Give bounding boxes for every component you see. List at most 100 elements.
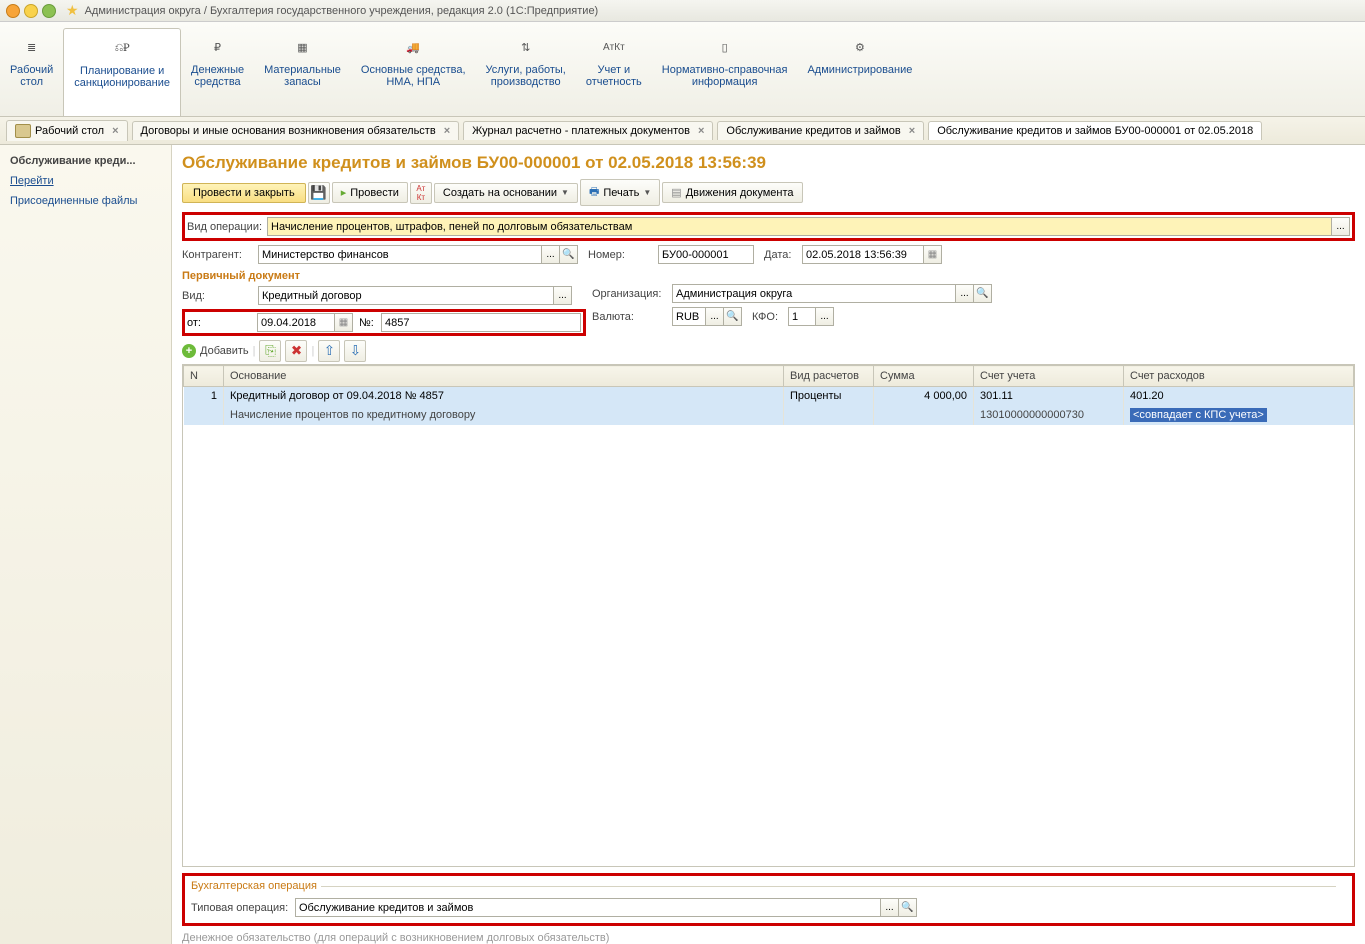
print-icon: 🖶 <box>589 183 599 202</box>
select-button[interactable]: ... <box>1332 217 1350 236</box>
col-n[interactable]: N <box>184 366 224 387</box>
ribbon-money[interactable]: ₽ Денежные средства <box>181 28 254 116</box>
titlebar: ★ Администрация округа / Бухгалтерия гос… <box>0 0 1365 22</box>
save-button[interactable]: 💾 <box>308 182 330 204</box>
post-button[interactable]: ▸Провести <box>332 182 408 203</box>
kind-label: Вид: <box>182 290 258 302</box>
close-icon[interactable]: × <box>909 125 915 137</box>
table-row[interactable]: Начисление процентов по кредитному догов… <box>184 405 1354 425</box>
tab-contracts[interactable]: Договоры и иные основания возникновения … <box>132 121 460 140</box>
op-type-highlight: Вид операции: Начисление процентов, штра… <box>182 212 1355 241</box>
sidebar: Обслуживание креди... Перейти Присоедине… <box>0 145 172 944</box>
dtkt-icon: АᴛКᴛ <box>416 184 425 202</box>
grid[interactable]: N Основание Вид расчетов Сумма Счет учет… <box>182 364 1355 867</box>
kfo-input[interactable]: 1 <box>788 307 816 326</box>
op-type-input[interactable]: Начисление процентов, штрафов, пеней по … <box>267 217 1332 236</box>
from-label: от: <box>187 317 257 329</box>
sidebar-attachments[interactable]: Присоединенные файлы <box>0 191 171 211</box>
op-type-label: Вид операции: <box>187 221 267 233</box>
org-input[interactable]: Администрация округа <box>672 284 956 303</box>
tab-loan-doc[interactable]: Обслуживание кредитов и займов БУ00-0000… <box>928 121 1262 140</box>
sidebar-header: Обслуживание креди... <box>0 151 171 171</box>
search-button[interactable]: 🔍 <box>899 898 917 917</box>
number-input[interactable]: БУ00-000001 <box>658 245 754 264</box>
page-title: Обслуживание кредитов и займов БУ00-0000… <box>182 153 1355 173</box>
contractor-input[interactable]: Министерство финансов <box>258 245 542 264</box>
dtkt-button[interactable]: АᴛКᴛ <box>410 182 432 204</box>
plus-icon: + <box>182 344 196 358</box>
document-tabs: Рабочий стол × Договоры и иные основания… <box>0 117 1365 145</box>
post-icon: ▸ <box>341 186 347 199</box>
col-calc-type[interactable]: Вид расчетов <box>784 366 874 387</box>
select-button[interactable]: ... <box>542 245 560 264</box>
select-button[interactable]: ... <box>554 286 572 305</box>
from-date-input[interactable]: 09.04.2018 <box>257 313 335 332</box>
accounting-op-highlight: Бухгалтерская операция Типовая операция:… <box>182 873 1355 926</box>
save-icon: 💾 <box>310 185 327 201</box>
col-exp-acct[interactable]: Счет расходов <box>1124 366 1354 387</box>
ribbon-assets[interactable]: 🚚 Основные средства, НМА, НПА <box>351 28 476 116</box>
ribbon-planning[interactable]: ⎌₽ Планирование и санкционирование <box>63 28 181 116</box>
window-btn-2[interactable] <box>24 4 38 18</box>
menu-icon: ≣ <box>10 34 53 60</box>
select-button[interactable]: ... <box>881 898 899 917</box>
kfo-label: КФО: <box>752 311 788 323</box>
col-acct[interactable]: Счет учета <box>974 366 1124 387</box>
post-and-close-button[interactable]: Провести и закрыть <box>182 183 306 203</box>
ribbon-services[interactable]: ⇅ Услуги, работы, производство <box>476 28 576 116</box>
ribbon-accounting[interactable]: АᴛКᴛ Учет и отчетность <box>576 28 652 116</box>
copy-row-button[interactable]: ⎘ <box>259 340 281 362</box>
select-button[interactable]: ... <box>956 284 974 303</box>
print-button[interactable]: 🖶Печать▼ <box>580 179 660 206</box>
tab-loans-list[interactable]: Обслуживание кредитов и займов × <box>717 121 924 140</box>
currency-input[interactable]: RUB <box>672 307 706 326</box>
select-button[interactable]: ... <box>816 307 834 326</box>
select-button[interactable]: ... <box>706 307 724 326</box>
movements-button[interactable]: ▤Движения документа <box>662 182 802 203</box>
contractor-label: Контрагент: <box>182 249 258 261</box>
col-basis[interactable]: Основание <box>224 366 784 387</box>
copy-icon: ⎘ <box>265 343 276 359</box>
move-up-button[interactable]: ⇧ <box>318 340 340 362</box>
star-icon[interactable]: ★ <box>66 2 79 19</box>
typical-op-input[interactable]: Обслуживание кредитов и займов <box>295 898 881 917</box>
ribbon-admin[interactable]: ⚙ Администрирование <box>797 28 922 116</box>
ribbon-reference[interactable]: ▯ Нормативно-справочная информация <box>652 28 798 116</box>
arrow-up-icon: ⇧ <box>324 343 335 359</box>
table-row[interactable]: 1 Кредитный договор от 09.04.2018 № 4857… <box>184 387 1354 406</box>
create-on-basis-button[interactable]: Создать на основании▼ <box>434 183 578 203</box>
calendar-icon: ▦ <box>339 317 348 328</box>
date-input[interactable]: 02.05.2018 13:56:39 <box>802 245 924 264</box>
tab-desktop[interactable]: Рабочий стол × <box>6 120 128 141</box>
delete-row-button[interactable]: ✖ <box>285 340 307 362</box>
window-btn-1[interactable] <box>6 4 20 18</box>
ribbon-materials[interactable]: ▦ Материальные запасы <box>254 28 351 116</box>
search-button[interactable]: 🔍 <box>974 284 992 303</box>
search-button[interactable]: 🔍 <box>724 307 742 326</box>
ribbon-desktop[interactable]: ≣ Рабочий стол <box>0 28 63 116</box>
add-row-button[interactable]: + Добавить <box>182 344 249 358</box>
calendar-button[interactable]: ▦ <box>335 313 353 332</box>
search-icon: 🔍 <box>726 311 738 322</box>
typical-op-label: Типовая операция: <box>191 902 295 914</box>
close-icon[interactable]: × <box>698 125 704 137</box>
delete-icon: ✖ <box>291 343 302 359</box>
col-sum[interactable]: Сумма <box>874 366 974 387</box>
move-down-button[interactable]: ⇩ <box>344 340 366 362</box>
chevron-down-icon: ▼ <box>561 188 569 197</box>
sidebar-goto[interactable]: Перейти <box>0 171 171 191</box>
desktop-icon <box>15 124 31 138</box>
kind-input[interactable]: Кредитный договор <box>258 286 554 305</box>
calendar-button[interactable]: ▦ <box>924 245 942 264</box>
search-button[interactable]: 🔍 <box>560 245 578 264</box>
n-input[interactable]: 4857 <box>381 313 581 332</box>
close-icon[interactable]: × <box>112 125 118 137</box>
tab-journal[interactable]: Журнал расчетно - платежных документов × <box>463 121 713 140</box>
boxes-icon: ▦ <box>264 34 341 60</box>
selected-cell[interactable]: <совпадает с КПС учета> <box>1130 408 1267 422</box>
chevron-down-icon: ▼ <box>643 188 651 197</box>
from-number-highlight: от: 09.04.2018 ▦ №: 4857 <box>182 309 586 336</box>
n-label: №: <box>359 317 381 329</box>
close-icon[interactable]: × <box>444 125 450 137</box>
window-btn-3[interactable] <box>42 4 56 18</box>
